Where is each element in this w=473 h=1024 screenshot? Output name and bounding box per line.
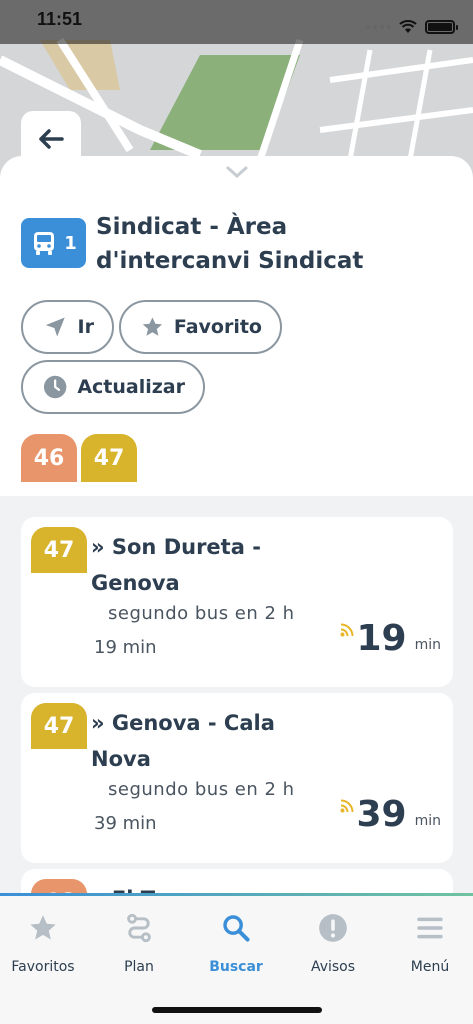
line-filter-tab[interactable]: 46 [21,434,77,482]
tab-bar-divider [0,893,473,896]
arrival-minutes: 39 [356,794,407,835]
stop-badge: 1 [21,218,86,268]
arrival-line-number: 47 [43,537,75,563]
alert-icon [319,914,347,942]
tab-label: Buscar [209,959,263,975]
sheet-handle[interactable] [226,164,248,183]
status-time: 11:51 [37,9,83,29]
tab-buscar[interactable]: Buscar [189,911,283,975]
chevron-down-icon [226,166,248,179]
realtime-icon [340,623,354,637]
bus-icon [34,232,55,255]
tab-label: Menú [410,959,450,975]
stop-header: 1 Sindicat - Àrea d'intercanvi Sindicat [21,210,426,278]
arrival-card[interactable]: 47 » Son Dureta - Genova segundo bus en … [21,517,453,687]
arrival-line-badge: 47 [31,703,87,749]
favorite-button[interactable]: Favorito [119,300,282,354]
search-icon [223,915,250,942]
back-button[interactable] [21,111,81,175]
refresh-button[interactable]: Actualizar [21,360,205,414]
stop-line-count: 1 [64,232,77,254]
signal-icon [366,25,391,29]
arrival-next-bus: segundo bus en 2 h [108,603,295,624]
go-button[interactable]: Ir [21,300,114,354]
arrival-time: 19 min [340,619,441,659]
arrivals-list[interactable]: 47 » Son Dureta - Genova segundo bus en … [0,496,473,896]
go-button-label: Ir [77,316,94,338]
status-icons [366,20,458,34]
line-filter-tab[interactable]: 47 [81,434,137,482]
route-icon [127,913,151,943]
tab-bar: Favoritos Plan Buscar Avisos Menú [0,893,473,1024]
arrival-unit: min [414,813,441,829]
arrival-time: 39 min [340,795,441,835]
refresh-button-label: Actualizar [77,376,185,398]
realtime-icon [340,799,354,813]
tab-label: Avisos [310,959,356,975]
arrival-line-number: 47 [43,713,75,739]
star-icon [30,915,56,940]
tab-label: Favoritos [11,959,75,975]
line-filter-label: 47 [93,445,125,471]
arrival-destination: » Son Dureta - Genova [91,535,261,595]
tab-label: Plan [124,959,154,975]
stop-title: Sindicat - Àrea d'intercanvi Sindicat [96,214,364,274]
arrival-card[interactable]: 47 » Genova - Cala Nova segundo bus en 2… [21,693,453,863]
tab-avisos[interactable]: Avisos [286,911,380,975]
navigate-icon [45,317,65,337]
tab-favoritos[interactable]: Favoritos [0,911,90,975]
arrival-card[interactable]: 46 » El Terreno [21,869,453,896]
arrival-minutes: 19 [356,618,407,659]
arrival-unit: min [414,637,441,653]
wifi-icon [399,20,417,33]
menu-icon [417,917,443,939]
arrival-line-badge: 47 [31,527,87,573]
arrival-next-bus-minutes: 19 min [94,637,157,658]
clock-icon [43,375,67,399]
line-filter-label: 46 [33,445,65,471]
tab-menu[interactable]: Menú [383,911,473,975]
arrival-next-bus-minutes: 39 min [94,813,157,834]
home-indicator[interactable] [152,1007,322,1013]
stop-sheet: 1 Sindicat - Àrea d'intercanvi Sindicat … [0,156,473,896]
battery-icon [425,20,458,34]
tab-plan[interactable]: Plan [92,911,186,975]
arrival-next-bus: segundo bus en 2 h [108,779,295,800]
star-icon [142,317,163,336]
favorite-button-label: Favorito [173,316,262,338]
arrival-destination: » Genova - Cala Nova [91,711,275,771]
arrow-left-icon [39,129,64,149]
status-bar: 11:51 [0,0,473,44]
